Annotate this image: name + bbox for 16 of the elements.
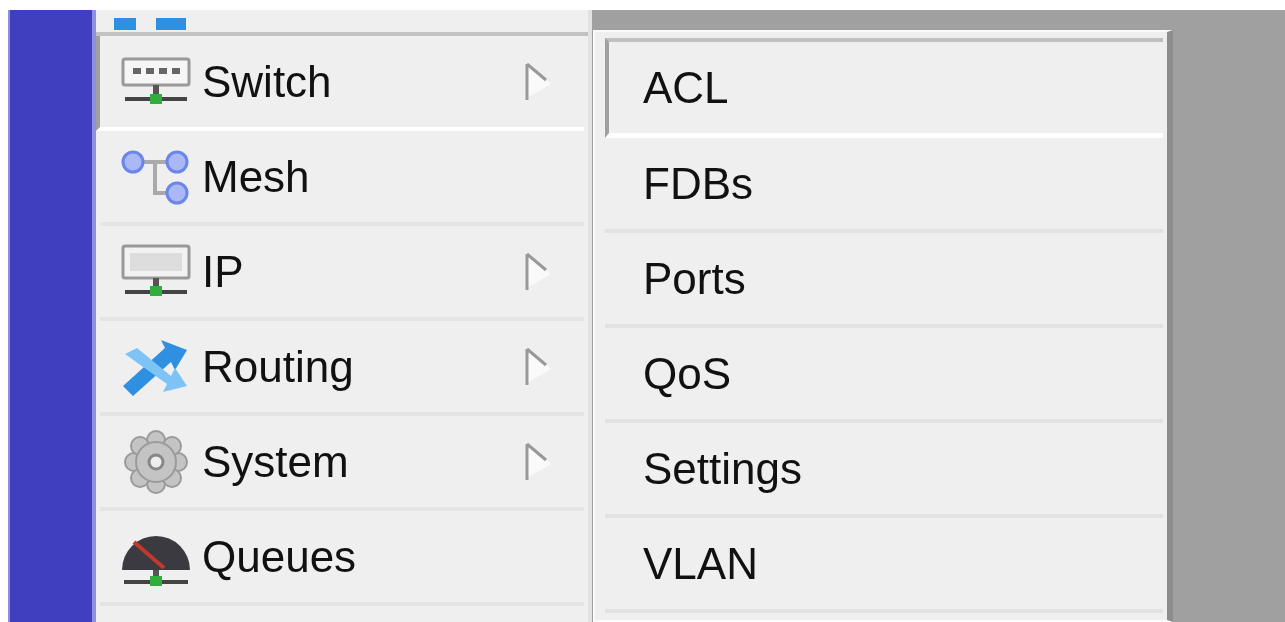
menu-item[interactable]: IP (100, 226, 584, 321)
submenu-item[interactable]: QoS (605, 328, 1163, 423)
menu-item[interactable]: Queues (100, 511, 584, 606)
menu-item[interactable]: Mesh (100, 131, 584, 226)
switch-icon (121, 56, 191, 107)
menu-item[interactable]: System (100, 416, 584, 511)
menu-item[interactable]: Routing (100, 321, 584, 416)
menu-item[interactable]: Switch (96, 36, 584, 131)
device-icon (114, 18, 186, 32)
mesh-icon (121, 148, 191, 205)
submenu-item[interactable]: Ports (605, 233, 1163, 328)
submenu-item[interactable]: ACL (605, 38, 1163, 138)
gear-icon (124, 429, 188, 494)
submenu-item[interactable]: Settings (605, 423, 1163, 518)
submenu-item[interactable]: VLAN (605, 518, 1163, 613)
submenu-item[interactable]: FDBs (605, 138, 1163, 233)
